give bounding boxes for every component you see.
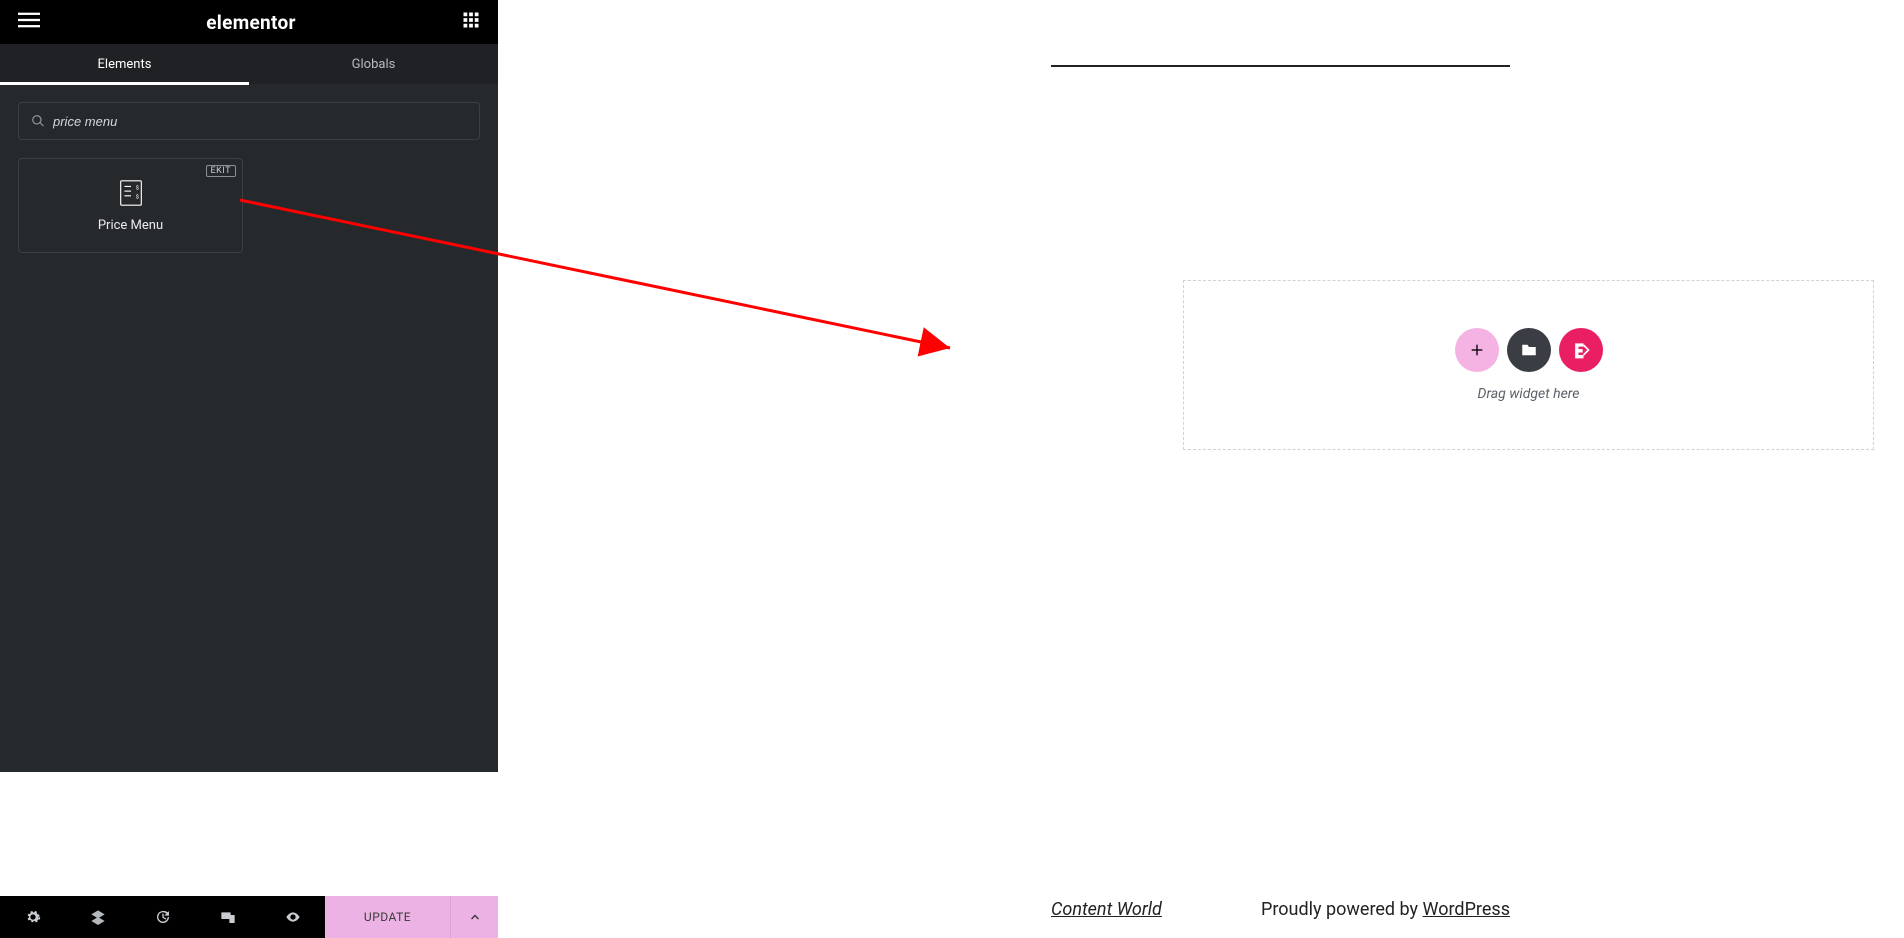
widget-badge: EKIT: [206, 165, 236, 177]
search-field[interactable]: [18, 102, 480, 140]
history-icon: [155, 909, 171, 925]
tab-globals[interactable]: Globals: [249, 44, 498, 84]
search-icon: [31, 114, 45, 128]
price-menu-icon: $$: [116, 178, 146, 208]
divider-line: [1051, 65, 1510, 67]
drop-zone[interactable]: Drag widget here: [1183, 280, 1874, 450]
svg-text:$: $: [135, 194, 138, 201]
dropzone-buttons: [1455, 328, 1603, 372]
template-library-button[interactable]: [1507, 328, 1551, 372]
gear-icon: [25, 909, 41, 925]
layers-icon: [90, 909, 106, 925]
site-footer: Content World Proudly powered by WordPre…: [1051, 899, 1510, 920]
history-button[interactable]: [130, 896, 195, 938]
svg-text:$: $: [135, 184, 138, 191]
chevron-up-icon: [469, 911, 481, 923]
folder-icon: [1520, 341, 1538, 359]
eye-icon: [285, 909, 301, 925]
elementor-panel: elementor Elements Globals EKIT $$ Price…: [0, 0, 498, 772]
ekit-templates-button[interactable]: [1559, 328, 1603, 372]
search-input[interactable]: [53, 114, 467, 129]
responsive-button[interactable]: [195, 896, 260, 938]
editor-canvas: Drag widget here Content World Proudly p…: [498, 0, 1904, 938]
add-section-button[interactable]: [1455, 328, 1499, 372]
wordpress-link[interactable]: WordPress: [1423, 899, 1510, 920]
search-wrap: [0, 84, 498, 158]
panel-tabs: Elements Globals: [0, 44, 498, 84]
panel-footer: UPDATE: [0, 896, 498, 938]
settings-button[interactable]: [0, 896, 65, 938]
ekit-icon: [1571, 340, 1591, 360]
dropzone-hint: Drag widget here: [1478, 386, 1580, 402]
panel-header: elementor: [0, 0, 498, 44]
update-options-button[interactable]: [450, 896, 498, 938]
powered-by-prefix: Proudly powered by: [1261, 899, 1423, 920]
navigator-button[interactable]: [65, 896, 130, 938]
tab-elements[interactable]: Elements: [0, 44, 249, 84]
widget-list: EKIT $$ Price Menu: [0, 158, 498, 253]
widget-label: Price Menu: [98, 218, 163, 233]
devices-icon: [220, 909, 236, 925]
widget-price-menu[interactable]: EKIT $$ Price Menu: [18, 158, 243, 253]
site-title-link[interactable]: Content World: [1051, 899, 1162, 920]
plus-icon: [1469, 342, 1485, 358]
hamburger-menu-icon[interactable]: [18, 9, 40, 35]
powered-by-text: Proudly powered by WordPress: [1261, 899, 1510, 920]
preview-button[interactable]: [260, 896, 325, 938]
apps-grid-icon[interactable]: [462, 11, 480, 33]
update-button[interactable]: UPDATE: [325, 896, 450, 938]
panel-title: elementor: [206, 11, 295, 34]
